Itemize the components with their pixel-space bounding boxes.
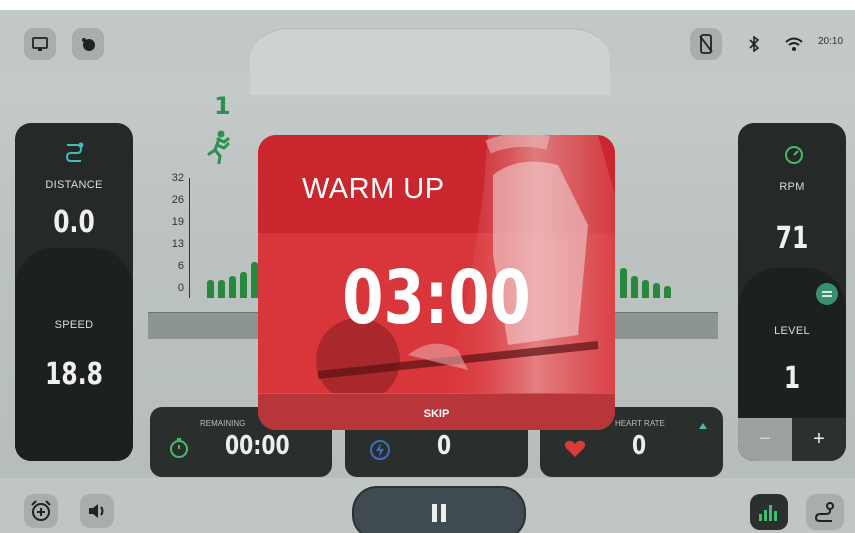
- moon-runner-icon: [82, 38, 95, 51]
- chart-bar: [642, 280, 649, 298]
- rpm-value: 71: [775, 221, 809, 256]
- chart-bar: [207, 280, 214, 298]
- top-notch: [250, 28, 610, 95]
- lightning-icon: [369, 439, 391, 466]
- heart-rate-value: 0: [632, 431, 647, 461]
- level-label: LEVEL: [774, 325, 810, 337]
- chart-bar: [229, 276, 236, 298]
- route-loop-icon: [814, 502, 834, 522]
- status-clock: 20:10: [818, 36, 844, 47]
- chart-view-button[interactable]: [750, 494, 788, 530]
- y-tick: 26: [171, 194, 184, 206]
- level-increase-button[interactable]: +: [792, 418, 846, 461]
- stopwatch-icon: [168, 437, 190, 464]
- modal-title: WARM UP: [302, 173, 445, 205]
- chart-bar: [664, 286, 671, 298]
- speed-value: 18.8: [45, 357, 103, 392]
- phone-off-button[interactable]: [690, 28, 722, 60]
- chart-bar: [620, 268, 627, 298]
- y-tick: 32: [171, 172, 184, 184]
- y-tick: 13: [171, 238, 184, 250]
- treadmill-screen: 20:10 1 32 26 19 13 6 0 DISTANCE 0.0 SPE…: [0, 10, 855, 533]
- remaining-value: 00:00: [225, 431, 290, 461]
- distance-label: DISTANCE: [45, 179, 103, 191]
- y-tick: 6: [177, 260, 184, 272]
- level-settings-icon[interactable]: [816, 283, 838, 305]
- runner-icon: [206, 130, 232, 169]
- chart-bar: [653, 283, 660, 298]
- rpm-gauge-icon: [784, 145, 804, 170]
- alarm-clock-icon: [31, 500, 51, 521]
- chart-bar: [251, 262, 258, 298]
- runner-position-number: 1: [214, 92, 231, 120]
- pause-button[interactable]: [352, 486, 526, 533]
- distance-value: 0.0: [53, 205, 95, 240]
- warm-up-timer: 03:00: [342, 255, 531, 341]
- workout-mode-button[interactable]: [72, 28, 104, 60]
- skip-button[interactable]: SKIP: [258, 393, 615, 430]
- remaining-label: REMAINING: [200, 419, 246, 428]
- wifi-icon: [784, 36, 804, 52]
- bar-chart-icon: [759, 505, 777, 521]
- chart-bar: [631, 276, 638, 298]
- energy-value: 0: [437, 431, 452, 461]
- screen-icon: [32, 37, 48, 51]
- volume-button[interactable]: [80, 494, 114, 528]
- expand-up-icon[interactable]: [698, 417, 708, 435]
- level-value: 1: [783, 361, 801, 396]
- heart-icon: [564, 439, 586, 464]
- speaker-icon: [89, 504, 104, 518]
- cast-screen-button[interactable]: [24, 28, 56, 60]
- left-metrics-panel: DISTANCE 0.0 SPEED 18.8: [15, 123, 133, 461]
- y-tick: 19: [171, 216, 184, 228]
- bluetooth-icon: [746, 36, 762, 52]
- route-map-button[interactable]: [806, 494, 844, 530]
- warm-up-modal: WARM UP 03:00 SKIP: [258, 135, 615, 430]
- right-metrics-panel: RPM 71 LEVEL 1 − +: [738, 123, 846, 461]
- chart-bar: [218, 280, 225, 298]
- alarm-add-button[interactable]: [24, 494, 58, 528]
- y-tick: 0: [177, 282, 184, 294]
- route-icon: [63, 141, 85, 168]
- pause-icon: [432, 504, 446, 522]
- chart-bar: [240, 272, 247, 298]
- rpm-label: RPM: [779, 181, 805, 193]
- phone-disabled-icon: [699, 34, 713, 54]
- heart-rate-label: HEART RATE: [615, 419, 665, 428]
- level-decrease-button[interactable]: −: [738, 418, 792, 461]
- speed-label: SPEED: [54, 319, 94, 331]
